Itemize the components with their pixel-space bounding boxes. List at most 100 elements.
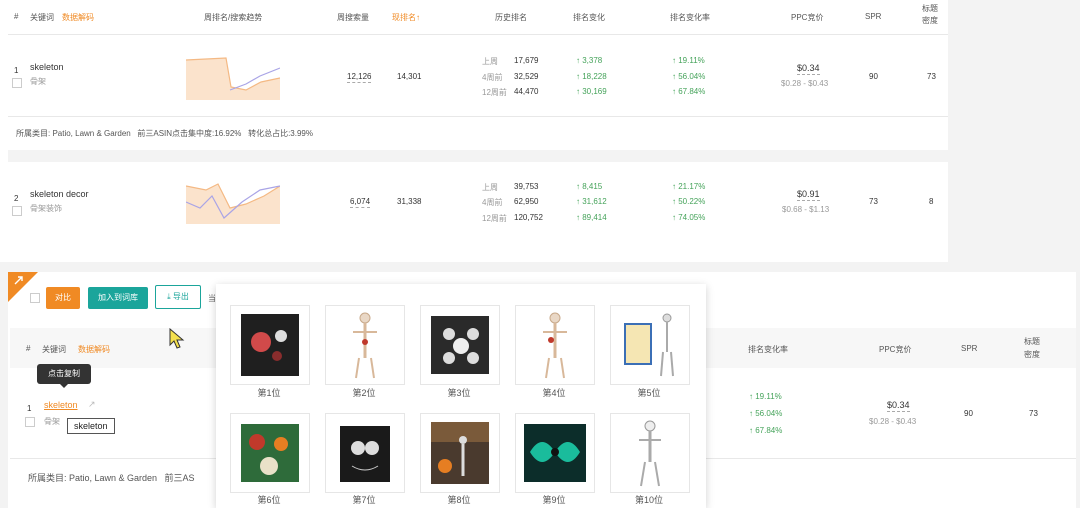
product-image-7[interactable] <box>325 413 405 493</box>
rank-label: 第4位 <box>542 388 566 398</box>
product-image-9[interactable] <box>515 413 595 493</box>
history-label: 12周前 <box>482 88 507 97</box>
product-image-3[interactable] <box>420 305 500 385</box>
rank-label: 第5位 <box>637 388 661 398</box>
col-keyword[interactable]: 关键词 <box>30 12 54 23</box>
rank-label: 第8位 <box>447 495 471 505</box>
spr-value: 73 <box>869 197 878 206</box>
product-image-1[interactable] <box>230 305 310 385</box>
weekly-search-value[interactable]: 12,126 <box>347 72 372 83</box>
rank-label: 第7位 <box>352 495 376 505</box>
col-keyword[interactable]: 关键词 <box>42 344 66 355</box>
keyword-translation: 骨架 <box>30 77 46 86</box>
ppc-range: $0.28 - $0.43 <box>781 79 829 88</box>
col-spr[interactable]: SPR <box>961 344 977 353</box>
rank-label: 第3位 <box>447 388 471 398</box>
data-interpret-link[interactable]: 数据解码 <box>78 344 110 355</box>
col-trend: 周排名/搜索趋势 <box>204 13 263 22</box>
rank-change-rate-value: ↑ 19.11% <box>749 392 782 401</box>
ppc-range: $0.28 - $0.43 <box>869 417 917 426</box>
col-rank-change-rate[interactable]: 排名变化率 <box>748 344 788 355</box>
col-spr[interactable]: SPR <box>865 12 881 21</box>
divider <box>8 116 948 117</box>
data-interpret-link[interactable]: 数据解码 <box>62 12 94 23</box>
rank-change-value: ↑ 18,228 <box>576 72 607 81</box>
ppc-value[interactable]: $0.91 <box>797 189 820 201</box>
select-all-checkbox[interactable] <box>30 293 40 303</box>
rank-change-value: ↑ 3,378 <box>576 56 603 65</box>
history-label: 4周前 <box>482 198 503 207</box>
external-link-icon[interactable]: ↗ <box>88 399 96 410</box>
keyword-text[interactable]: skeleton <box>30 62 64 72</box>
keyword-text[interactable]: skeleton decor <box>30 189 89 199</box>
history-value: 39,753 <box>514 182 539 191</box>
product-image-6[interactable] <box>230 413 310 493</box>
title-density-value: 8 <box>929 197 934 206</box>
rank-change-rate-value: ↑ 19.11% <box>672 56 705 65</box>
ppc-value[interactable]: $0.34 <box>887 400 910 412</box>
history-label: 上周 <box>482 57 498 66</box>
history-value: 120,752 <box>514 213 543 222</box>
history-label: 12周前 <box>482 214 507 223</box>
col-ppc[interactable]: PPC竞价 <box>791 12 823 23</box>
row-index: 2 <box>14 194 19 203</box>
rank-change-rate-value: ↑ 67.84% <box>749 426 783 435</box>
keyword-translation: 骨架装饰 <box>30 204 62 213</box>
rank-label: 第10位 <box>634 495 663 505</box>
product-image-2[interactable] <box>325 305 405 385</box>
rank-change-rate-value: ↑ 56.04% <box>672 72 706 81</box>
history-label: 上周 <box>482 183 498 192</box>
compare-button[interactable]: 对比 <box>46 287 80 309</box>
tooltip-arrow <box>60 384 68 388</box>
divider <box>8 34 948 35</box>
trend-sparkline <box>186 183 280 224</box>
add-to-list-button[interactable]: 加入到词库 <box>88 287 148 309</box>
col-title-density[interactable]: 标题 密度 <box>1024 335 1040 361</box>
history-value: 62,950 <box>514 197 539 206</box>
rank-change-value: ↑ 31,612 <box>576 197 607 206</box>
rank-label: 第6位 <box>257 495 281 505</box>
row-checkbox[interactable] <box>12 78 22 88</box>
row-index: 1 <box>27 404 32 413</box>
mouse-cursor-icon <box>169 328 185 349</box>
spr-value: 90 <box>869 72 878 81</box>
rank-change-value: ↑ 89,414 <box>576 213 607 222</box>
col-rank-change-rate[interactable]: 排名变化率 <box>670 12 710 23</box>
product-image-8[interactable] <box>420 413 500 493</box>
col-hash: # <box>14 12 19 21</box>
product-image-5[interactable] <box>610 305 690 385</box>
weekly-search-value[interactable]: 6,074 <box>350 197 371 208</box>
ppc-value[interactable]: $0.34 <box>797 63 820 75</box>
rank-change-value: ↑ 30,169 <box>576 87 607 96</box>
current-rank-value: 14,301 <box>397 72 422 81</box>
col-ppc[interactable]: PPC竞价 <box>879 344 911 355</box>
export-label: 导出 <box>172 292 189 301</box>
category-line: 所属类目: Patio, Lawn & Garden 前三ASIN点击集中度:1… <box>16 129 313 138</box>
rank-label: 第2位 <box>352 388 376 398</box>
toolbar-extra-text: 当 <box>208 294 216 303</box>
row-checkbox[interactable] <box>12 206 22 216</box>
rank-change-rate-value: ↑ 67.84% <box>672 87 706 96</box>
current-rank-value: 31,338 <box>397 197 422 206</box>
rank-change-value: ↑ 8,415 <box>576 182 603 191</box>
spr-value: 90 <box>964 409 973 418</box>
col-weekly-search[interactable]: 周搜索量 <box>337 12 369 23</box>
row-checkbox[interactable] <box>25 417 35 427</box>
copy-tooltip: 点击复制 <box>37 364 91 384</box>
row-gap <box>8 150 948 162</box>
keyword-link[interactable]: skeleton <box>44 400 78 410</box>
product-image-10[interactable] <box>610 413 690 493</box>
col-rank-change[interactable]: 排名变化 <box>573 12 605 23</box>
rank-change-rate-value: ↑ 50.22% <box>672 197 706 206</box>
category-line: 所属类目: Patio, Lawn & Garden 前三AS <box>28 473 195 483</box>
rank-label: 第9位 <box>542 495 566 505</box>
history-value: 32,529 <box>514 72 539 81</box>
history-value: 17,679 <box>514 56 539 65</box>
rank-change-rate-value: ↑ 56.04% <box>749 409 783 418</box>
col-title-density[interactable]: 标题 密度 <box>922 3 938 27</box>
export-button[interactable]: ⤓ 导出 <box>155 285 201 309</box>
col-current-rank[interactable]: 现排名↑ <box>392 12 420 23</box>
title-density-value: 73 <box>1029 409 1038 418</box>
product-image-4[interactable] <box>515 305 595 385</box>
col-hash: # <box>26 344 31 353</box>
